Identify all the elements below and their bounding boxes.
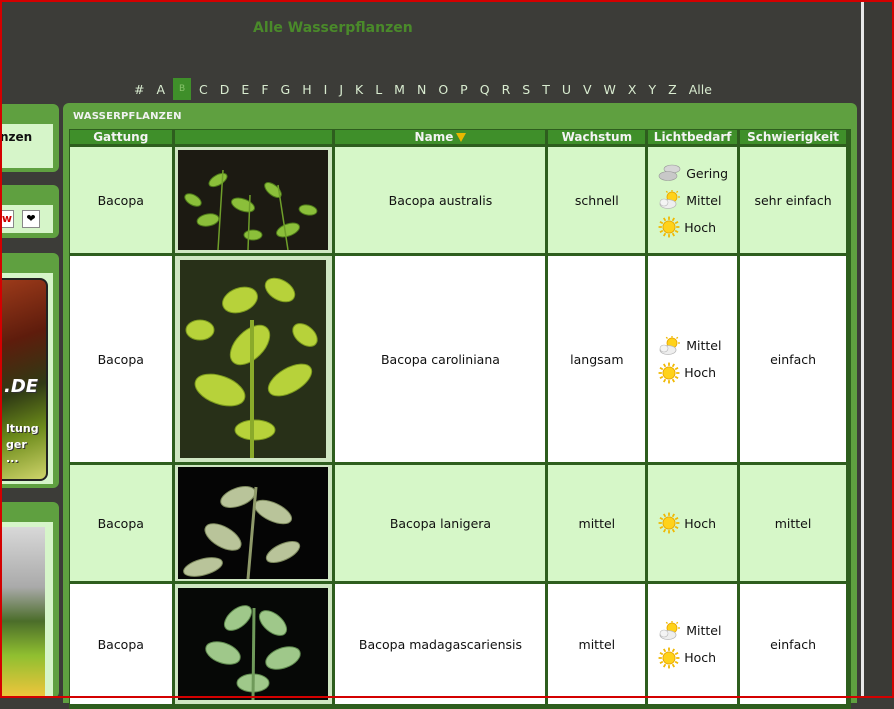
sidebar-box-1: nzen: [0, 104, 59, 172]
plant-photo-bacopa-madagascariensis[interactable]: [178, 588, 329, 700]
alphabet-letter-k[interactable]: K: [355, 82, 363, 97]
alphabet-letter-u[interactable]: U: [562, 82, 571, 97]
table-row[interactable]: Bacopa Bacopa caroliniana langsam Mittel…: [70, 256, 846, 462]
cell-name[interactable]: Bacopa madagascariensis: [335, 584, 546, 704]
cell-genus: Bacopa: [70, 256, 172, 462]
cell-name[interactable]: Bacopa australis: [335, 147, 546, 253]
cell-image[interactable]: [174, 256, 333, 462]
ad-banner[interactable]: .DE ltung ger ...: [0, 278, 48, 481]
alphabet-letter-j[interactable]: J: [339, 82, 343, 97]
col-genus-header[interactable]: Gattung: [70, 130, 172, 144]
cloud-icon: [658, 164, 681, 181]
alphabet-letter-e[interactable]: E: [241, 82, 249, 97]
alphabet-letter-c[interactable]: C: [199, 82, 208, 97]
cell-difficulty: sehr einfach: [740, 147, 846, 253]
sun-icon: [658, 216, 680, 238]
scrollbar-track[interactable]: [861, 0, 894, 698]
alphabet-letter-b[interactable]: B: [173, 78, 192, 100]
alphabet-letter-z[interactable]: Z: [668, 82, 677, 97]
heart-icon[interactable]: ❤: [22, 210, 40, 228]
alphabet-letter-i[interactable]: I: [324, 82, 328, 97]
sun-icon: [658, 647, 680, 668]
alphabet-letter-m[interactable]: M: [394, 82, 405, 97]
light-level: Gering: [658, 160, 728, 187]
cell-genus: Bacopa: [70, 584, 172, 704]
cell-difficulty: einfach: [740, 256, 846, 462]
cell-growth: mittel: [548, 465, 646, 581]
alphabet-letter-g[interactable]: G: [281, 82, 291, 97]
alphabet-letter-alle[interactable]: Alle: [689, 82, 712, 97]
alphabet-letter-v[interactable]: V: [583, 82, 592, 97]
cell-name[interactable]: Bacopa lanigera: [335, 465, 546, 581]
cell-difficulty: einfach: [740, 584, 846, 704]
sun-cloud-icon: [659, 620, 681, 640]
sun-icon: [658, 512, 680, 534]
col-light-header[interactable]: Lichtbedarf: [648, 130, 738, 144]
cell-image[interactable]: [174, 584, 333, 704]
cell-growth: mittel: [548, 584, 646, 704]
table-row[interactable]: Bacopa Bacopa madagascariensis mittel Mi…: [70, 584, 846, 704]
cell-light: Mittel Hoch: [648, 584, 738, 704]
sidebar-box-1-text[interactable]: nzen: [0, 130, 32, 144]
page-title: Alle Wasserpflanzen: [253, 20, 413, 36]
alphabet-letter-p[interactable]: P: [460, 82, 468, 97]
cell-genus: Bacopa: [70, 465, 172, 581]
alphabet-letter-t[interactable]: T: [542, 82, 550, 97]
light-level: Mittel: [658, 617, 721, 644]
cell-image[interactable]: [174, 147, 333, 253]
cell-image[interactable]: [174, 465, 333, 581]
sun-cloud-icon: [659, 190, 681, 209]
cell-growth: schnell: [548, 147, 646, 253]
cell-light: Hoch: [648, 465, 738, 581]
light-level: Mittel: [658, 187, 721, 214]
sidebar-box-2: w ❤: [0, 185, 59, 238]
table-row[interactable]: Bacopa Bacopa lanigera mittel Hoch mitte…: [70, 465, 846, 581]
sun-cloud-icon: [659, 335, 681, 355]
plant-photo-bacopa-lanigera[interactable]: [178, 467, 329, 579]
sort-desc-icon[interactable]: [456, 133, 467, 142]
red-icon[interactable]: w: [0, 210, 14, 228]
alphabet-letter-f[interactable]: F: [261, 82, 268, 97]
alphabet-filter: # A B C D E F G H I J K L M N O P Q R S T U V W X Y Z Alle: [128, 78, 718, 100]
plant-photo-bacopa-caroliniana[interactable]: [180, 260, 327, 458]
cell-light: Mittel Hoch: [648, 256, 738, 462]
col-growth-header[interactable]: Wachstum: [548, 130, 646, 144]
alphabet-letter-y[interactable]: Y: [649, 82, 657, 97]
alphabet-letter-w[interactable]: W: [604, 82, 616, 97]
light-level: Hoch: [658, 644, 716, 671]
alphabet-letter-h[interactable]: H: [302, 82, 311, 97]
plants-table: Gattung Name Wachstum Lichtbedarf Schwie…: [67, 127, 849, 707]
alphabet-letter-hash[interactable]: #: [134, 82, 144, 97]
cell-growth: langsam: [548, 256, 646, 462]
col-name-header[interactable]: Name: [335, 130, 546, 144]
cell-light: Gering Mittel Hoch: [648, 147, 738, 253]
alphabet-letter-n[interactable]: N: [417, 82, 426, 97]
alphabet-letter-q[interactable]: Q: [480, 82, 490, 97]
alphabet-letter-o[interactable]: O: [438, 82, 448, 97]
col-difficulty-header[interactable]: Schwierigkeit: [740, 130, 846, 144]
light-level: Hoch: [658, 359, 716, 386]
alphabet-letter-r[interactable]: R: [502, 82, 511, 97]
table-row[interactable]: Bacopa Bacopa australis schnell Gering M…: [70, 147, 846, 253]
alphabet-letter-l[interactable]: L: [375, 82, 382, 97]
light-level: Mittel: [658, 332, 721, 359]
alphabet-letter-x[interactable]: X: [628, 82, 637, 97]
alphabet-letter-a[interactable]: A: [156, 82, 165, 97]
light-level: Hoch: [658, 510, 716, 537]
alphabet-letter-d[interactable]: D: [220, 82, 230, 97]
panel-title: WASSERPFLANZEN: [73, 111, 182, 122]
sun-icon: [658, 362, 680, 383]
light-level: Hoch: [658, 214, 716, 241]
plant-photo-bacopa-australis[interactable]: [178, 150, 329, 250]
cell-difficulty: mittel: [740, 465, 846, 581]
cell-name[interactable]: Bacopa caroliniana: [335, 256, 546, 462]
aquarium-photo[interactable]: [0, 527, 45, 698]
plants-panel: WASSERPFLANZEN Gattung Name Wachstum Lic…: [63, 103, 857, 709]
alphabet-letter-s[interactable]: S: [522, 82, 530, 97]
col-image-header: [174, 130, 333, 144]
cell-genus: Bacopa: [70, 147, 172, 253]
